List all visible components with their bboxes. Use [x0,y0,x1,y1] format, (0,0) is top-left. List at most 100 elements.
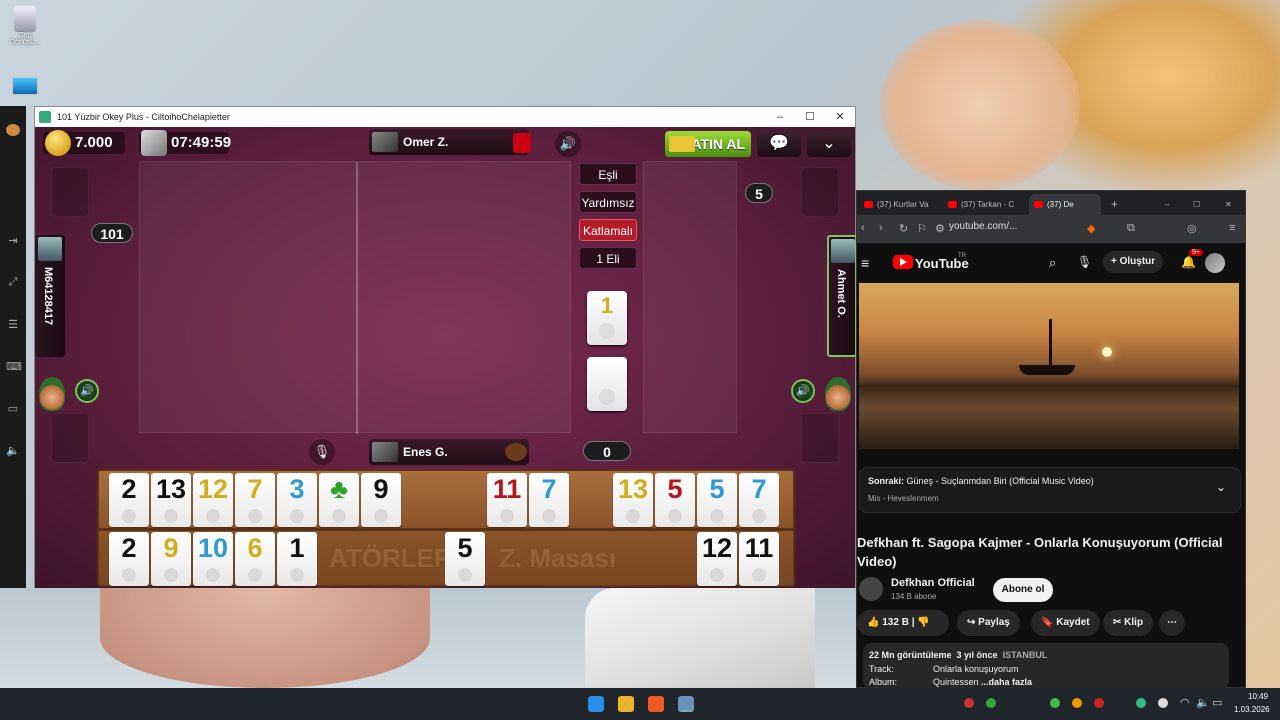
tray-icon[interactable] [1072,698,1082,708]
back-icon[interactable]: ‹ [861,222,865,234]
discard-slot-top-left[interactable] [51,167,89,217]
wifi-icon[interactable]: ◠ [1180,696,1190,709]
clock-time[interactable]: 10:49 [1248,692,1268,701]
subscribe-button[interactable]: Abone ol [993,578,1053,602]
window-close-button[interactable]: ✕ [1225,194,1232,215]
rack-tile[interactable]: 6 [235,532,275,586]
description-box[interactable]: 22 Mn görüntüleme 3 yıl önce ISTANBUL Tr… [863,643,1229,689]
rack-tile[interactable]: 5 [655,473,695,527]
brave-shield-icon[interactable]: ◆ [1087,222,1095,235]
chat-button[interactable]: 💬 [757,131,801,157]
forward-icon[interactable]: › [879,222,883,234]
new-tab-button[interactable]: + [1105,194,1118,215]
rack-tile[interactable]: 9 [151,532,191,586]
chevron-down-icon[interactable]: ⌄ [1216,480,1226,494]
top-player-tag[interactable]: Omer Z. [369,129,531,155]
rack-tile[interactable]: 2 [109,473,149,527]
rack-tile[interactable]: 1 [277,532,317,586]
youtube-logo-icon[interactable] [893,255,913,269]
login-icon[interactable]: ⇥ [6,234,20,247]
share-button[interactable]: ↪ Paylaş [957,610,1020,636]
rack-tile[interactable]: 5 [697,473,737,527]
rack-tile[interactable]: 13 [151,473,191,527]
rack-tile[interactable]: 7 [235,473,275,527]
rack-tile[interactable]: 7 [529,473,569,527]
rack-tile[interactable]: 9 [361,473,401,527]
tray-icon[interactable] [964,698,974,708]
tray-icon[interactable] [1158,698,1168,708]
brave-icon[interactable] [648,696,664,712]
okey-app-icon[interactable] [678,696,694,712]
channel-avatar[interactable] [859,577,883,601]
discard-slot-bottom-left[interactable] [51,413,89,463]
clip-button[interactable]: ✂ Klip [1103,610,1154,636]
reload-icon[interactable]: ↻ [899,222,908,235]
battery-icon[interactable]: ▭ [1212,696,1222,709]
clock-date[interactable]: 1.03.2026 [1234,705,1270,714]
rack-tile[interactable]: 3 [277,473,317,527]
video-player[interactable] [859,283,1239,449]
app-icon[interactable] [6,124,20,136]
rack-tile[interactable]: 2 [109,532,149,586]
tab-2[interactable]: (37) Tarkan - C [943,194,1027,215]
create-button[interactable]: + Oluştur [1103,251,1164,273]
left-speaker-icon[interactable]: 🔊 [75,379,99,403]
rack-tile[interactable]: 7 [739,473,779,527]
draw-pile-tile[interactable] [587,357,627,411]
rack-tile[interactable]: 13 [613,473,653,527]
bookmark-icon[interactable]: ⚐ [917,222,927,235]
settings-icon[interactable]: ☰ [6,318,20,331]
rack-tile[interactable]: 11 [739,532,779,586]
tab-3[interactable]: (37) De [1029,194,1101,215]
tab-1[interactable]: (37) Kurtlar Va [859,194,941,215]
microphone-icon[interactable]: 🎙 [309,439,335,465]
rack-tile[interactable]: 12 [697,532,737,586]
menu-button[interactable]: ⌄ [807,131,851,157]
hamburger-icon[interactable]: ≡ [861,255,869,271]
file-explorer-icon[interactable] [618,696,634,712]
channel-name[interactable]: Defkhan Official [891,577,975,589]
rack-tile[interactable]: ♣ [319,473,359,527]
bell-icon[interactable]: 🔔 [1181,255,1196,269]
save-button[interactable]: 🔖 Kaydet [1031,610,1100,636]
tray-icon[interactable] [986,698,996,708]
buy-button[interactable]: SATIN AL [665,131,751,157]
site-settings-icon[interactable]: ⚙ [935,222,945,235]
like-button[interactable]: 👍 132 B | 👎 [857,610,949,636]
maximize-button[interactable]: ☐ [795,107,825,127]
minimize-button[interactable]: – [765,107,795,127]
volume-icon[interactable]: 🔈 [6,444,20,457]
tray-icon[interactable] [1136,698,1146,708]
discard-slot-bottom-right[interactable] [801,413,839,463]
rack-tile[interactable]: 11 [487,473,527,527]
rack-tile[interactable]: 10 [193,532,233,586]
more-icon[interactable]: ⋯ [1159,610,1185,636]
left-player-panel[interactable]: M64128417 [35,235,65,357]
tray-icon[interactable] [1094,698,1104,708]
tray-icon[interactable] [1050,698,1060,708]
up-next-box[interactable]: Sonraki: Güneş - Suçlanmdan Biri (Offici… [859,467,1241,513]
right-player-panel[interactable]: Ahmet O. [827,235,857,357]
keyboard-icon[interactable]: ⌨ [6,360,22,373]
expand-icon[interactable]: ⤢ [6,276,20,288]
window-minimize-button[interactable]: – [1165,194,1169,215]
window-maximize-button[interactable]: ☐ [1193,194,1200,215]
start-icon[interactable] [588,696,604,712]
bottom-player-tag[interactable]: Enes G. [369,439,529,465]
search-icon[interactable]: ⌕ [1049,255,1056,271]
avatar[interactable] [1205,253,1225,273]
extensions-icon[interactable]: ⧉ [1127,222,1135,235]
url-field[interactable]: youtube.com/... [949,221,1017,232]
rack-tile[interactable]: 5 [445,532,485,586]
vpn-icon[interactable]: ◎ [1187,222,1197,235]
right-speaker-icon[interactable]: 🔊 [791,379,815,403]
close-button[interactable]: ✕ [825,107,855,127]
discard-slot-top-right[interactable] [801,167,839,217]
show-more[interactable]: ...daha fazla [981,677,1032,687]
speaker-icon[interactable]: 🔈 [1196,696,1210,709]
tag-icon[interactable]: ▭ [6,402,20,415]
rack-tile[interactable]: 12 [193,473,233,527]
recycle-bin-shortcut[interactable]: Geri Dönüşü... [6,6,44,46]
menu-icon[interactable]: ≡ [1229,222,1235,234]
sound-icon[interactable]: 🔊 [555,131,581,157]
